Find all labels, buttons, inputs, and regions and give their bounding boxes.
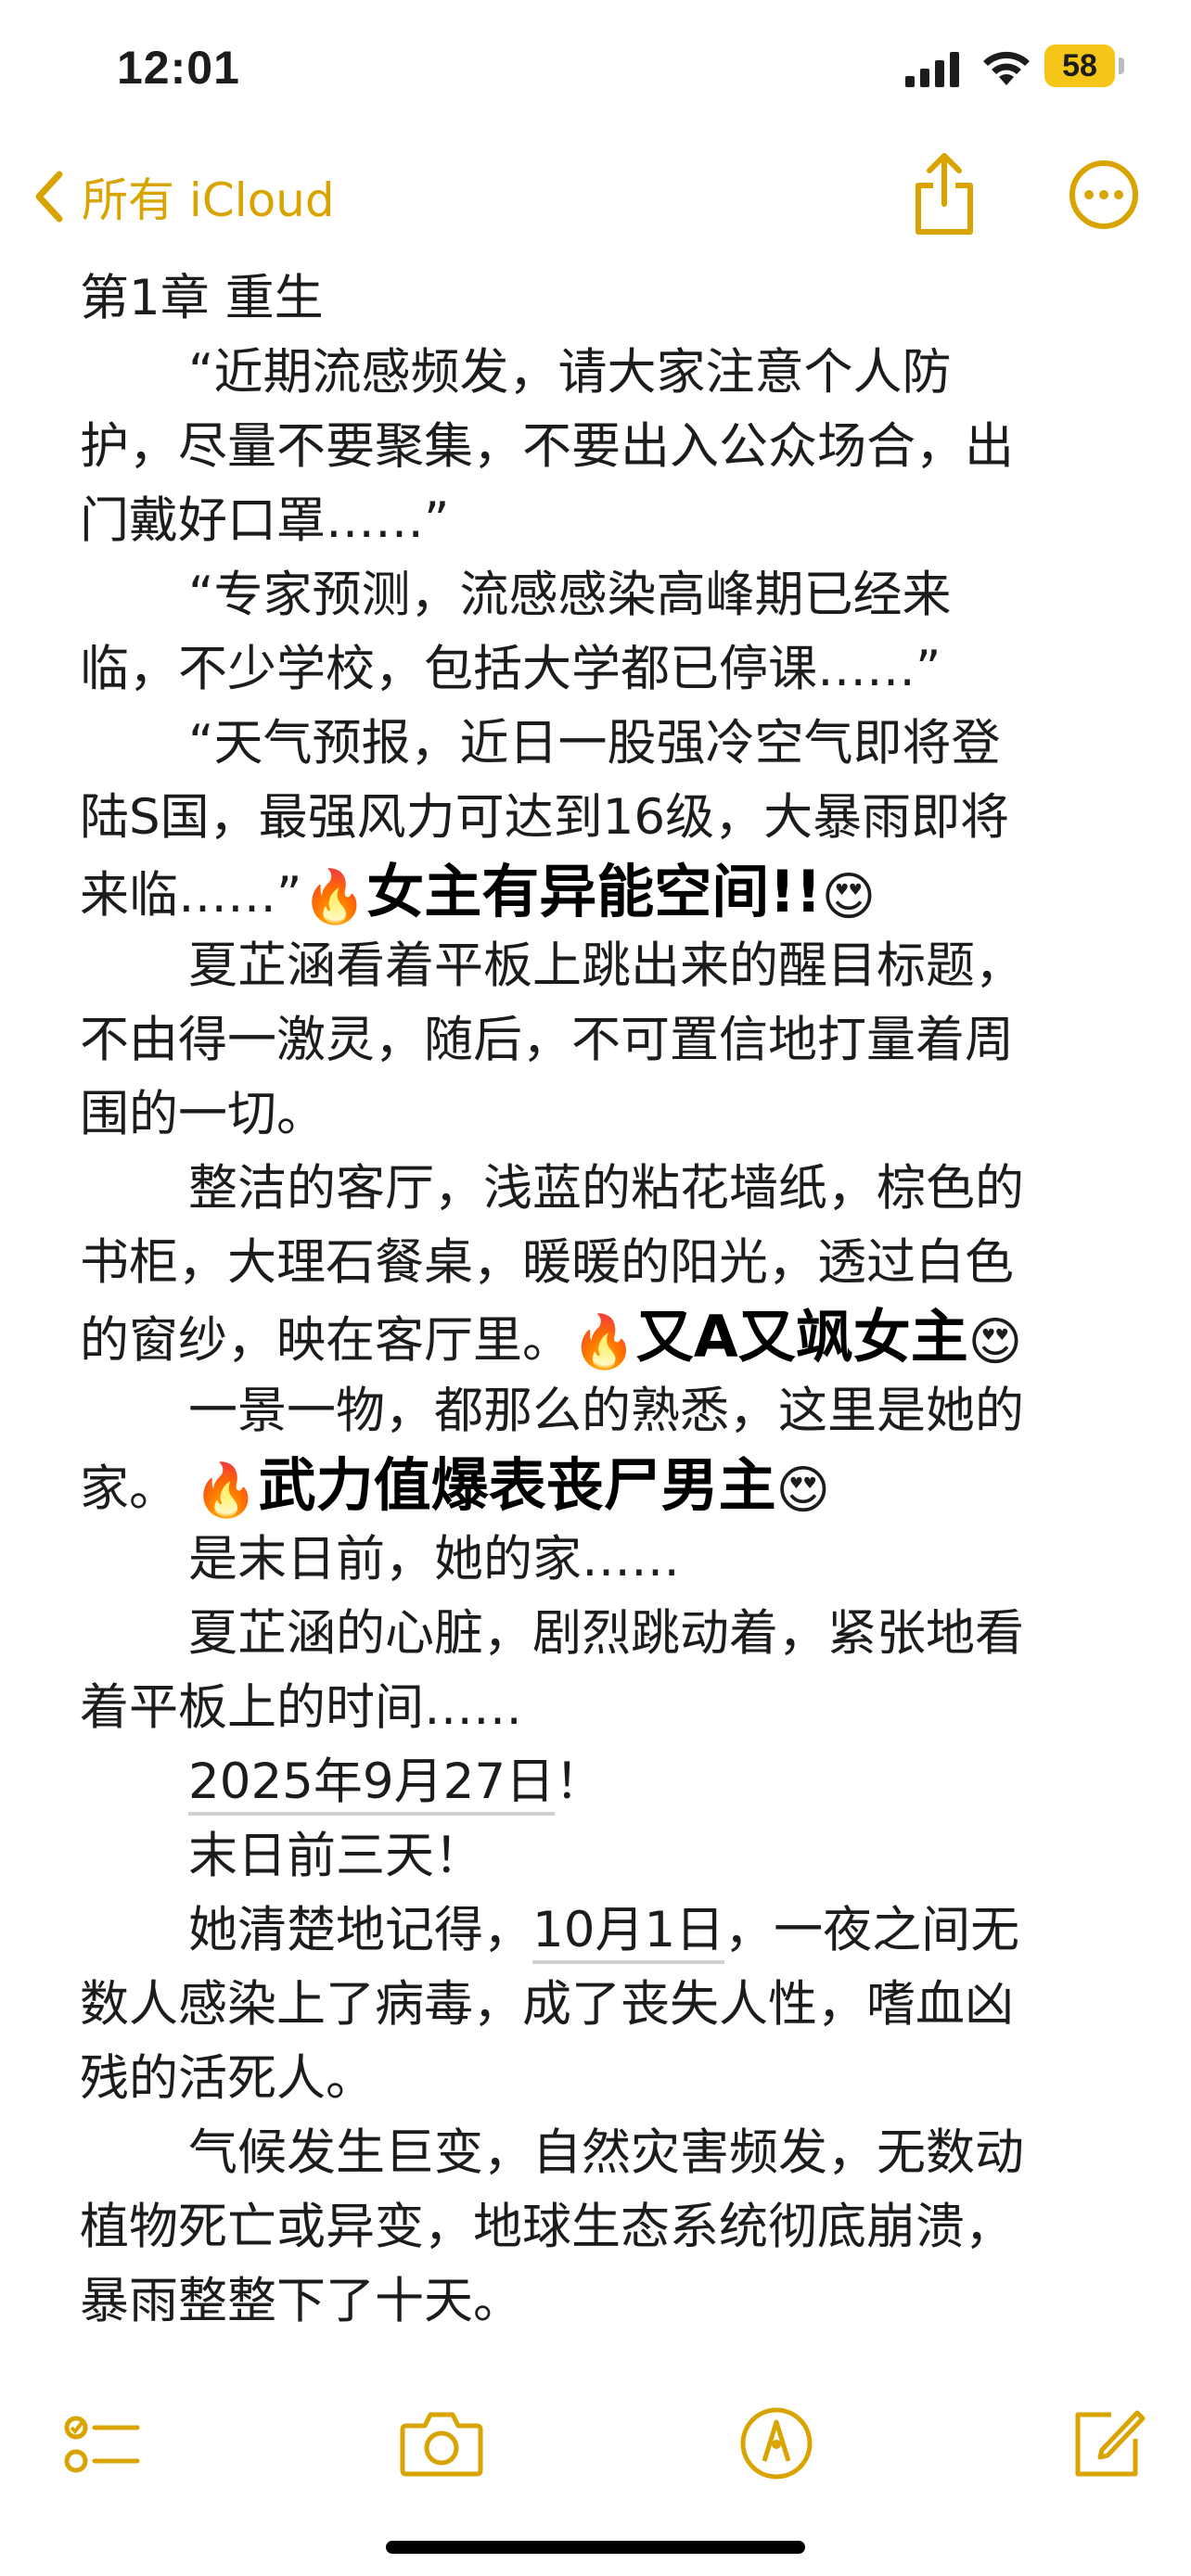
note-line: 护，尽量不要聚集，不要出入公众场合，出 [80, 410, 1128, 484]
note-line: 围的一切。 [80, 1078, 1128, 1152]
note-line: 来临……”🔥女主有异能空间!!😍 [80, 855, 1128, 929]
note-line-text: 是末日前，她的家…… [188, 1531, 680, 1588]
note-line-suffix: ！ [555, 1753, 605, 1810]
wifi-icon [983, 51, 1030, 85]
note-line: 临，不少学校，包括大学都已停课……” [80, 632, 1128, 707]
note-line-text: 数人感染上了病毒，成了丧失人性，嗜血凶 [80, 1976, 1014, 2033]
note-line: “天气预报，近日一股强冷空气即将登 [80, 707, 1128, 781]
sticker-caption: 女主有异能空间!! [366, 858, 822, 925]
note-line: 气候发生巨变，自然灾害频发，无数动 [80, 2116, 1128, 2190]
note-line-text: “近期流感频发，请大家注意个人防 [188, 344, 952, 401]
note-line-text: 书柜，大理石餐桌，暖暖的阳光，透过白色 [80, 1234, 1014, 1291]
note-line-text: “天气预报，近日一股强冷空气即将登 [188, 715, 1001, 772]
status-bar: 12:01 58 [0, 0, 1191, 139]
note-line-suffix: ，一夜之间无 [724, 1902, 1020, 1958]
note-line: 末日前三天！ [80, 1819, 1128, 1894]
note-line-text: 第1章 重生 [80, 270, 324, 326]
note-line: 是末日前，她的家…… [80, 1523, 1128, 1597]
checklist-icon[interactable] [61, 2402, 145, 2485]
note-line-text: 不由得一激灵，随后，不可置信地打量着周 [80, 1012, 1014, 1068]
note-line-text: 残的活死人。 [80, 2050, 375, 2107]
back-button[interactable]: 所有 iCloud [33, 159, 335, 234]
chevron-left-icon [35, 171, 63, 223]
note-line: 第1章 重生 [80, 261, 1128, 336]
note-line: 的窗纱，映在客厅里。🔥又A又飒女主😍 [80, 1300, 1128, 1374]
sticker-caption: 又A又飒女主 [635, 1303, 968, 1371]
note-line: 残的活死人。 [80, 2042, 1128, 2116]
home-indicator [386, 2541, 805, 2554]
note-line: 着平板上的时间…… [80, 1671, 1128, 1745]
note-line: 陆S国，最强风力可达到16级，大暴雨即将 [80, 781, 1128, 855]
note-line-text: 末日前三天！ [188, 1828, 483, 1884]
camera-icon[interactable] [397, 2402, 486, 2485]
battery-indicator: 58 [1044, 45, 1115, 87]
note-line: “专家预测，流感感染高峰期已经来 [80, 558, 1128, 632]
bottom-toolbar [0, 2402, 1191, 2504]
battery-cap [1119, 57, 1124, 74]
note-line-text: “专家预测，流感感染高峰期已经来 [188, 567, 952, 623]
note-line: 一景一物，都那么的熟悉，这里是她的 [80, 1374, 1128, 1448]
note-line: “近期流感频发，请大家注意个人防 [80, 336, 1128, 410]
note-line-text: 临，不少学校，包括大学都已停课……” [80, 641, 941, 697]
more-icon[interactable] [1067, 158, 1141, 232]
sticker-caption: 武力值爆表丧尸男主 [258, 1451, 776, 1519]
note-line: 门戴好口罩……” [80, 484, 1128, 558]
note-line-text: 2025年9月27日 [188, 1753, 556, 1816]
note-line-text: 暴雨整整下了十天。 [80, 2273, 522, 2329]
share-icon[interactable] [907, 150, 981, 239]
fire-emoji-icon: 🔥 [193, 1460, 259, 1522]
note-body[interactable]: 第1章 重生 “近期流感频发，请大家注意个人防护，尽量不要聚集，不要出入公众场合，… [80, 261, 1128, 2394]
cellular-signal-icon [905, 52, 959, 87]
fire-emoji-icon: 🔥 [571, 1312, 636, 1373]
heart-eyes-emoji-icon: 😍 [821, 867, 877, 928]
note-line: 不由得一激灵，随后，不可置信地打量着周 [80, 1003, 1128, 1078]
note-line-text: 围的一切。 [80, 1086, 326, 1142]
heart-eyes-emoji-icon: 😍 [775, 1460, 830, 1522]
note-line: 她清楚地记得，10月1日，一夜之间无 [80, 1894, 1128, 1968]
battery-level: 58 [1062, 47, 1097, 83]
note-line-text: 的窗纱，映在客厅里。 [80, 1312, 571, 1369]
note-line-text: 夏芷涵看着平板上跳出来的醒目标题， [188, 937, 1024, 994]
note-line-text: 陆S国，最强风力可达到16级，大暴雨即将 [80, 789, 1010, 846]
note-line-text: 气候发生巨变，自然灾害频发，无数动 [188, 2124, 1024, 2181]
note-line-text: 护，尽量不要聚集，不要出入公众场合，出 [80, 418, 1014, 475]
note-line: 夏芷涵的心脏，剧烈跳动着，紧张地看 [80, 1597, 1128, 1671]
note-line-text: 夏芷涵的心脏，剧烈跳动着，紧张地看 [188, 1605, 1024, 1662]
back-label: 所有 iCloud [82, 173, 335, 227]
note-line-text: 整洁的客厅，浅蓝的粘花墙纸，棕色的 [188, 1160, 1024, 1217]
note-line-text: 门戴好口罩……” [80, 492, 450, 549]
note-line-text: 来临……” [80, 867, 302, 924]
note-line: 家。 🔥武力值爆表丧尸男主😍 [80, 1448, 1128, 1523]
note-line: 2025年9月27日！ [80, 1745, 1128, 1819]
note-line-text: 着平板上的时间…… [80, 1679, 522, 1736]
heart-eyes-emoji-icon: 😍 [967, 1312, 1023, 1373]
note-line: 夏芷涵看着平板上跳出来的醒目标题， [80, 929, 1128, 1003]
note-line-text: 家。 [80, 1460, 194, 1517]
status-time: 12:01 [117, 42, 240, 94]
note-line: 书柜，大理石餐桌，暖暖的阳光，透过白色 [80, 1226, 1128, 1300]
note-line-text: 植物死亡或异变，地球生态系统彻底崩溃， [80, 2199, 1014, 2255]
navigation-bar: 所有 iCloud [0, 139, 1191, 250]
note-line-text: 她清楚地记得， [188, 1902, 532, 1958]
note-line-text: 一景一物，都那么的熟悉，这里是她的 [188, 1383, 1024, 1439]
note-line: 暴雨整整下了十天。 [80, 2264, 1128, 2339]
date-link[interactable]: 10月1日 [532, 1902, 725, 1964]
fire-emoji-icon: 🔥 [301, 867, 367, 928]
markup-icon[interactable] [735, 2402, 818, 2485]
note-line: 植物死亡或异变，地球生态系统彻底崩溃， [80, 2190, 1128, 2264]
note-line: 整洁的客厅，浅蓝的粘花墙纸，棕色的 [80, 1152, 1128, 1226]
note-line: 数人感染上了病毒，成了丧失人性，嗜血凶 [80, 1968, 1128, 2042]
compose-icon[interactable] [1065, 2402, 1148, 2485]
